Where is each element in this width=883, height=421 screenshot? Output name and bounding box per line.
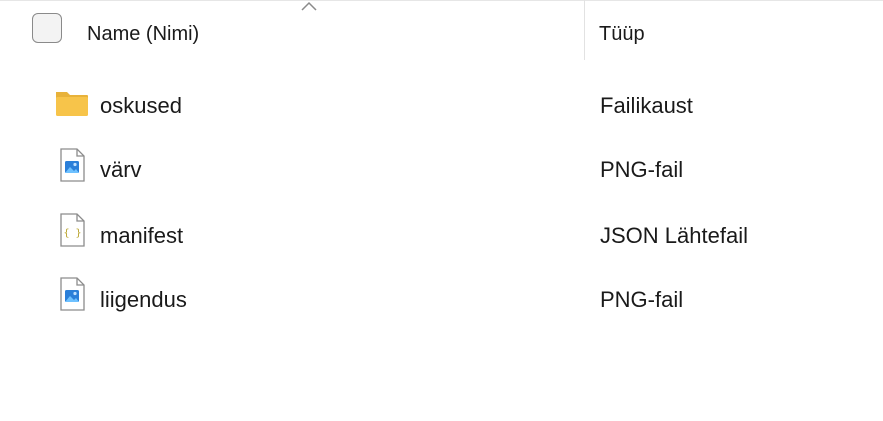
file-row[interactable]: { } manifest JSON Lähtefail <box>0 204 883 264</box>
file-type: PNG-fail <box>600 287 684 312</box>
column-header-type[interactable]: Tüüp <box>599 22 645 46</box>
file-name[interactable]: liigendus <box>100 287 187 313</box>
file-name[interactable]: oskused <box>100 93 182 119</box>
image-file-icon <box>60 148 85 182</box>
file-row[interactable]: liigendus PNG-fail <box>0 268 883 328</box>
file-name[interactable]: värv <box>100 157 142 183</box>
file-row[interactable]: värv PNG-fail <box>0 140 883 200</box>
select-all-checkbox[interactable] <box>32 13 62 43</box>
svg-text:{ }: { } <box>63 228 81 239</box>
file-row[interactable]: oskused Failikaust <box>0 76 883 136</box>
file-type: Failikaust <box>600 93 693 118</box>
json-file-icon: { } <box>60 213 85 247</box>
folder-icon <box>56 92 88 116</box>
image-file-icon <box>60 277 85 311</box>
file-type: PNG-fail <box>600 157 684 182</box>
file-name[interactable]: manifest <box>100 223 183 249</box>
column-header-row: Name (Nimi) Tüüp <box>0 0 883 62</box>
column-header-name[interactable]: Name (Nimi) <box>87 22 199 46</box>
file-type: JSON Lähtefail <box>600 223 748 248</box>
column-divider[interactable] <box>584 0 585 60</box>
